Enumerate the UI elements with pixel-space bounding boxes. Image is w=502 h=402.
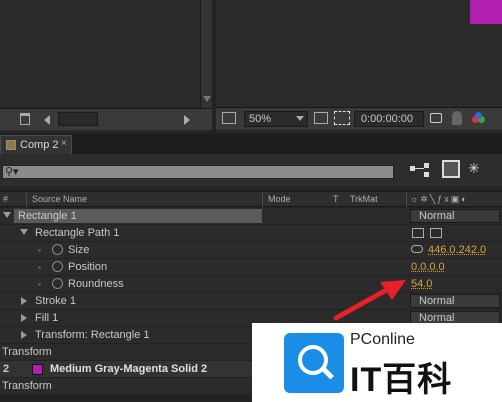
switches-icons: ☼✲╲ƒx▣◐ [410, 194, 469, 204]
property-group-name[interactable]: Rectangle Path 1 [35, 227, 119, 239]
scroll-down-icon[interactable] [203, 96, 211, 102]
col-mode[interactable]: Mode [268, 194, 291, 204]
expand-triangle-icon[interactable] [3, 212, 11, 218]
property-group-row[interactable]: Rectangle Path 1 [0, 225, 502, 242]
project-bottom-bar [0, 108, 212, 130]
col-source-name[interactable]: Source Name [32, 194, 87, 204]
indent-dot [38, 283, 41, 286]
search-icon: ⚲▾ [5, 166, 19, 178]
chevron-down-icon [296, 116, 304, 121]
stopwatch-icon[interactable] [52, 244, 63, 255]
tab-comp-2[interactable]: Comp 2 × [0, 135, 72, 154]
roundness-value[interactable]: 54.0 [411, 278, 432, 290]
indent-dot [38, 249, 41, 252]
graph-flow-icon[interactable] [410, 163, 432, 179]
property-name: Position [68, 261, 108, 273]
magenta-solid-preview [470, 0, 502, 24]
link-icon[interactable] [411, 245, 423, 253]
close-icon[interactable]: × [61, 138, 67, 149]
property-group-name[interactable]: Transform: Rectangle 1 [35, 329, 150, 341]
horizontal-scroll-thumb[interactable] [58, 112, 98, 126]
property-group-name[interactable]: Fill 1 [35, 312, 58, 324]
property-group-name[interactable]: Stroke 1 [35, 295, 76, 307]
scroll-right-icon[interactable] [184, 115, 190, 125]
person-icon[interactable] [452, 111, 462, 125]
path-reverse-icon[interactable] [430, 228, 442, 238]
blend-mode-select[interactable]: Normal [410, 209, 500, 223]
layer-name[interactable]: Medium Gray-Magenta Solid 2 [50, 363, 207, 375]
region-icon[interactable] [222, 112, 236, 124]
layer-number: 2 [3, 363, 10, 375]
comp-icon [6, 140, 16, 150]
property-group-name[interactable]: Transform [2, 346, 52, 358]
stopwatch-icon[interactable] [52, 278, 63, 289]
blend-mode-select[interactable]: Normal [410, 294, 500, 308]
path-direction-icon[interactable] [412, 228, 424, 238]
property-row-roundness[interactable]: Roundness 54.0 [0, 276, 502, 293]
camera-icon[interactable] [430, 113, 442, 123]
zoom-select[interactable]: 50% [244, 111, 308, 127]
grid-icon[interactable] [314, 112, 328, 124]
draft-3d-icon[interactable] [442, 160, 460, 178]
vertical-scrollbar[interactable] [200, 0, 212, 108]
collapse-triangle-icon[interactable] [21, 314, 27, 322]
timeline-column-header: # Source Name Mode T TrkMat ☼✲╲ƒx▣◐ [0, 191, 502, 208]
watermark-text: IT百科 [350, 361, 453, 399]
stopwatch-icon[interactable] [52, 261, 63, 272]
col-num: # [3, 194, 9, 204]
zoom-value: 50% [249, 113, 272, 125]
property-name: Size [68, 244, 90, 256]
size-value[interactable]: 446.0,242.0 [428, 244, 486, 256]
col-trkmat[interactable]: TrkMat [350, 194, 378, 204]
collapse-triangle-icon[interactable] [21, 297, 27, 305]
solid-swatch [32, 364, 43, 375]
scroll-left-icon[interactable] [44, 115, 50, 125]
layer-row-rectangle-1[interactable]: Rectangle 1 Normal [0, 208, 502, 225]
timeline-tab-bar [0, 134, 502, 154]
search-input[interactable]: ⚲▾ [2, 165, 394, 179]
layer-name[interactable]: Rectangle 1 [18, 210, 77, 222]
property-group-row[interactable]: Stroke 1 Normal [0, 293, 502, 310]
transparency-grid-icon[interactable] [334, 111, 350, 125]
position-value[interactable]: 0.0,0.0 [411, 261, 445, 273]
property-row-size[interactable]: Size 446.0,242.0 [0, 242, 502, 259]
trash-icon[interactable] [20, 113, 30, 125]
tab-label: Comp 2 [20, 139, 59, 151]
property-group-name[interactable]: Transform [2, 380, 52, 392]
indent-dot [38, 266, 41, 269]
viewer-toolbar: 50% 0:00:00:00 [216, 107, 502, 129]
property-name: Roundness [68, 278, 124, 290]
annotation-arrow [333, 280, 406, 321]
collapse-triangle-icon[interactable] [21, 331, 27, 339]
property-row-position[interactable]: Position 0.0,0.0 [0, 259, 502, 276]
timecode-value: 0:00:00:00 [361, 113, 413, 125]
timecode-field[interactable]: 0:00:00:00 [354, 111, 424, 127]
expand-triangle-icon[interactable] [20, 229, 28, 235]
motion-blur-icon[interactable]: ✳ [468, 160, 488, 180]
brand-logo [284, 333, 344, 393]
channels-icon[interactable] [472, 112, 486, 124]
col-t[interactable]: T [333, 194, 339, 204]
watermark-brand: PConline [350, 331, 415, 348]
